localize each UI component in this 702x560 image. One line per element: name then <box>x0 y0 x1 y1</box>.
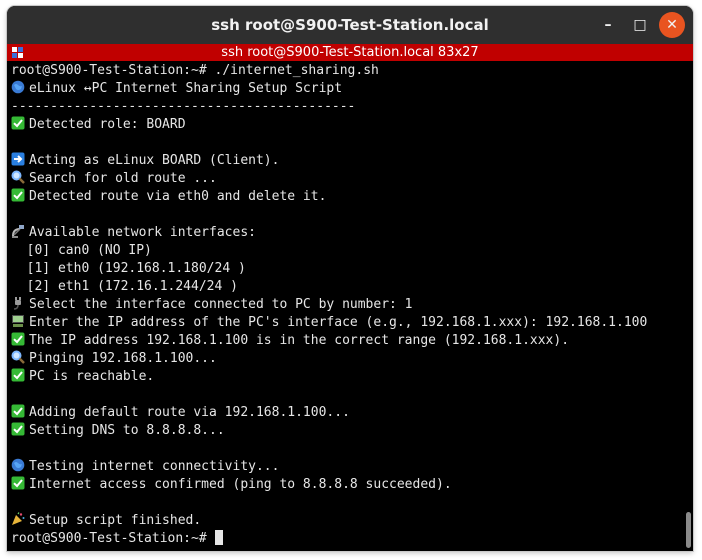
window-title: ssh root@S900-Test-Station.local <box>211 16 489 34</box>
terminal-line-text: Detected role: BOARD <box>29 117 186 132</box>
terminal-line: Detected route via eth0 and delete it. <box>11 188 679 206</box>
terminal-line: Internet access confirmed (ping to 8.8.8… <box>11 476 679 494</box>
shell-prompt: root@S900-Test-Station:~# <box>11 531 215 546</box>
maximize-icon: □ <box>633 17 647 33</box>
terminal-line-text: Adding default route via 192.168.1.100..… <box>29 405 350 420</box>
terminal-line-text: Search for old route ... <box>29 171 217 186</box>
terminal-line-text: Detected route via eth0 and delete it. <box>29 189 327 204</box>
terminal-line-text: Pinging 192.168.1.100... <box>29 351 217 366</box>
party-icon <box>11 512 27 526</box>
check-icon <box>11 476 27 490</box>
terminal-line-text: Acting as eLinux BOARD (Client). <box>29 153 280 168</box>
terminal-line-text: [0] can0 (NO IP) <box>11 243 152 258</box>
magnify-icon <box>11 350 27 364</box>
check-icon <box>11 422 27 436</box>
plug-icon <box>11 296 27 310</box>
terminal-line: Setup script finished. <box>11 512 679 530</box>
minimize-icon: – <box>604 17 612 33</box>
terminal-line: The IP address 192.168.1.100 is in the c… <box>11 332 679 350</box>
prompt-line[interactable]: root@S900-Test-Station:~# <box>11 530 679 548</box>
terminal-output[interactable]: root@S900-Test-Station:~# ./internet_sha… <box>11 62 679 548</box>
terminal-line-text: Available network interfaces: <box>29 225 256 240</box>
tab-title: ssh root@S900-Test-Station.local 83x27 <box>221 45 479 60</box>
terminal-line: [0] can0 (NO IP) <box>11 242 679 260</box>
terminal-line: eLinux ↔PC Internet Sharing Setup Script <box>11 80 679 98</box>
close-icon: ✕ <box>666 17 678 33</box>
tab-bar: ssh root@S900-Test-Station.local 83x27 <box>7 44 693 61</box>
terminal-line-text: PC is reachable. <box>29 369 155 384</box>
terminal-line: Enter the IP address of the PC's interfa… <box>11 314 679 332</box>
terminal-line: Adding default route via 192.168.1.100..… <box>11 404 679 422</box>
maximize-button[interactable]: □ <box>627 12 653 38</box>
globe-icon <box>11 80 27 94</box>
terminal-line: Available network interfaces: <box>11 224 679 242</box>
window-controls: – □ ✕ <box>595 12 685 38</box>
terminal-line: ----------------------------------------… <box>11 98 679 116</box>
terminal-line: Search for old route ... <box>11 170 679 188</box>
terminal-line-text: Setup script finished. <box>29 513 202 528</box>
satellite-icon <box>11 224 27 238</box>
terminal-line-text: [2] eth1 (172.16.1.244/24 ) <box>11 279 238 294</box>
terminal-line: Testing internet connectivity... <box>11 458 679 476</box>
terminal-line: Select the interface connected to PC by … <box>11 296 679 314</box>
terminal-window: ssh root@S900-Test-Station.local – □ ✕ s… <box>7 6 693 551</box>
globe-icon <box>11 458 27 472</box>
terminal-line-text: Select the interface connected to PC by … <box>29 297 413 312</box>
terminal-line-text: Enter the IP address of the PC's interfa… <box>29 315 648 330</box>
arrow-right-icon <box>11 152 27 166</box>
scrollbar[interactable] <box>686 512 691 548</box>
check-icon <box>11 116 27 130</box>
computer-icon <box>11 314 27 328</box>
check-icon <box>11 188 27 202</box>
check-icon <box>11 404 27 418</box>
terminal-line-text: eLinux ↔PC Internet Sharing Setup Script <box>29 81 343 96</box>
terminal-line: Detected role: BOARD <box>11 116 679 134</box>
check-icon <box>11 332 27 346</box>
magnify-icon <box>11 170 27 184</box>
terminal-line-text: [1] eth0 (192.168.1.180/24 ) <box>11 261 246 276</box>
terminal-line: Acting as eLinux BOARD (Client). <box>11 152 679 170</box>
terminal-line-text: Testing internet connectivity... <box>29 459 280 474</box>
terminal-line: root@S900-Test-Station:~# ./internet_sha… <box>11 62 679 80</box>
text-cursor <box>214 530 223 545</box>
terminal-line: [2] eth1 (172.16.1.244/24 ) <box>11 278 679 296</box>
minimize-button[interactable]: – <box>595 12 621 38</box>
terminal-line: Pinging 192.168.1.100... <box>11 350 679 368</box>
terminal-line: [1] eth0 (192.168.1.180/24 ) <box>11 260 679 278</box>
check-icon <box>11 368 27 382</box>
terminal-line-text: ----------------------------------------… <box>11 99 356 114</box>
terminal-line-text: Setting DNS to 8.8.8.8... <box>29 423 225 438</box>
terminal-line: PC is reachable. <box>11 368 679 386</box>
terminal-line: Setting DNS to 8.8.8.8... <box>11 422 679 440</box>
terminal-app-icon <box>12 47 23 58</box>
title-bar[interactable]: ssh root@S900-Test-Station.local – □ ✕ <box>7 6 693 44</box>
terminal-line-text: The IP address 192.168.1.100 is in the c… <box>29 333 570 348</box>
terminal-line-text: root@S900-Test-Station:~# ./internet_sha… <box>11 63 379 78</box>
close-button[interactable]: ✕ <box>659 12 685 38</box>
terminal-line-text: Internet access confirmed (ping to 8.8.8… <box>29 477 452 492</box>
